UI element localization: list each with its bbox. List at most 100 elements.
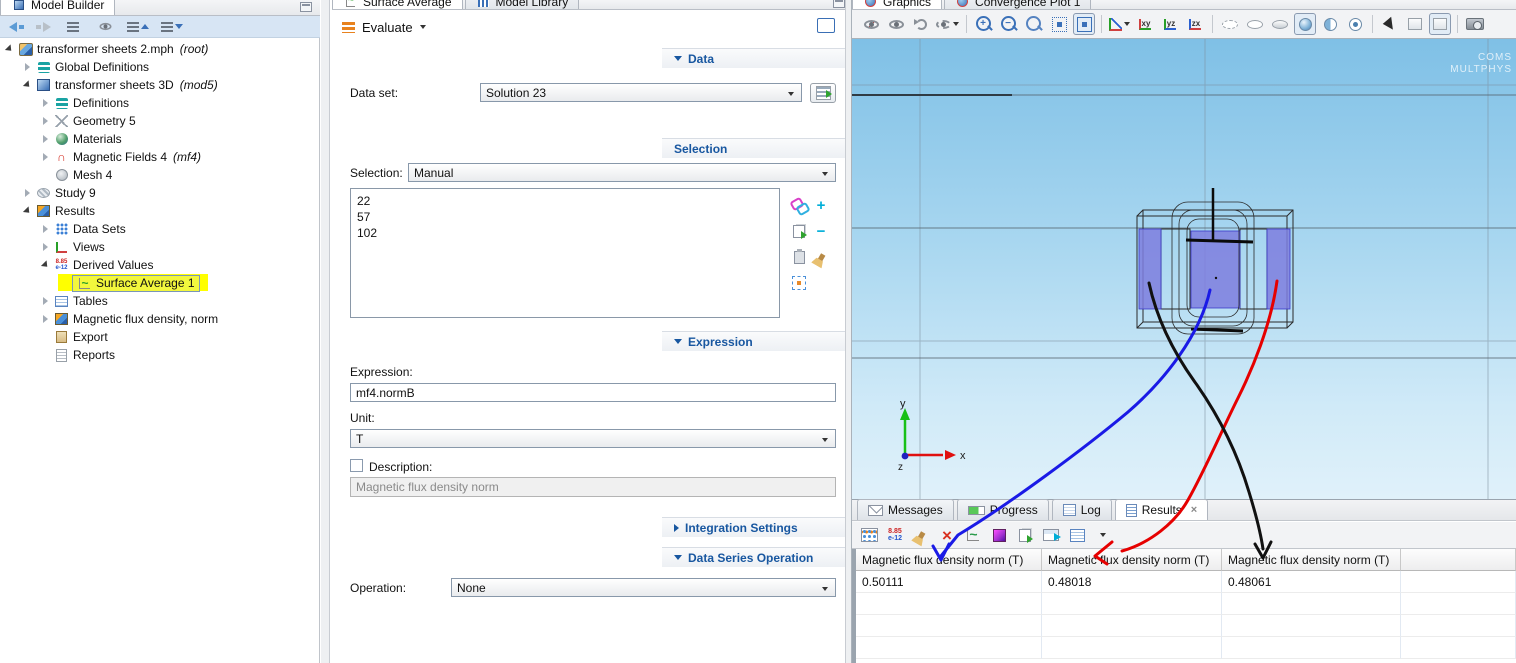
evaluate-button[interactable]: Evaluate [362,20,413,35]
select-block-icon[interactable] [1429,13,1451,35]
tab-model-library[interactable]: Model Library [465,0,580,10]
tree-item-results[interactable]: Results [0,202,320,220]
forward-icon[interactable] [35,16,52,38]
full-precision-icon[interactable] [1066,524,1088,546]
collapse-icon[interactable] [674,339,682,344]
tree-item-surface-average[interactable]: ~ Surface Average 1 [0,274,320,292]
go-to-view-icon[interactable] [1108,13,1131,35]
caret-icon[interactable] [40,224,50,234]
add-icon[interactable]: + [817,199,826,212]
snapshot-icon[interactable] [1464,13,1486,35]
select-icon[interactable] [1379,13,1401,35]
collapse-icon[interactable] [674,555,682,560]
tree-item-export[interactable]: Export [0,328,320,346]
scene-light-icon[interactable] [1219,13,1241,35]
active-selection-icon[interactable] [791,198,807,212]
tab-surface-average[interactable]: ~ Surface Average [332,0,463,10]
tab-messages[interactable]: Messages [857,499,954,520]
table-cell[interactable]: 0.48061 [1222,571,1401,593]
caret-icon[interactable] [40,152,50,162]
tree-item-geometry[interactable]: Geometry 5 [0,112,320,130]
tree-item-global-definitions[interactable]: Global Definitions [0,58,320,76]
export-table-icon[interactable] [1040,524,1062,546]
panel-splitter[interactable] [321,0,330,663]
caret-icon[interactable] [22,188,32,198]
tree-item-tables[interactable]: Tables [0,292,320,310]
caret-icon[interactable] [40,296,50,306]
tree-item-views[interactable]: Views [0,238,320,256]
zoom-out-icon[interactable] [998,13,1020,35]
tab-model-builder[interactable]: Model Builder [0,0,115,15]
copy-table-icon[interactable] [1014,524,1036,546]
tree-item-definitions[interactable]: Definitions [0,94,320,112]
delete-table-icon[interactable]: × [936,524,958,546]
caret-icon[interactable] [40,134,50,144]
plot-table-icon[interactable]: ~ [962,524,984,546]
tree-item-reports[interactable]: Reports [0,346,320,364]
table-options-icon[interactable] [1092,524,1114,546]
show-all-icon[interactable] [885,13,907,35]
evaluate-dropdown-icon[interactable] [420,25,426,29]
minimize-settings-button[interactable] [833,0,845,8]
wireframe-icon[interactable] [1269,13,1291,35]
import-dataset-button[interactable] [810,83,836,103]
view-xy-icon[interactable]: xy [1134,13,1156,35]
view-options-icon[interactable] [935,13,960,35]
tree-item-component[interactable]: transformer sheets 3D (mod5) [0,76,320,94]
description-checkbox[interactable] [350,459,363,472]
hide-icon[interactable] [860,13,882,35]
table-header[interactable]: Magnetic flux density norm (T) [1222,549,1401,571]
caret-icon[interactable] [4,44,14,54]
table-header[interactable]: Magnetic flux density norm (T) [1042,549,1222,571]
select-box-icon[interactable] [1404,13,1426,35]
zoom-box-icon[interactable] [1023,13,1045,35]
render-shaded-icon[interactable] [1294,13,1316,35]
transparency-icon[interactable] [1244,13,1266,35]
caret-icon[interactable] [40,314,50,324]
zoom-selected-icon[interactable] [792,276,806,290]
move-up-icon[interactable] [126,16,150,38]
tab-progress[interactable]: Progress [957,499,1049,520]
selection-list[interactable]: 22 57 102 [350,188,780,318]
copy-icon[interactable] [793,225,805,238]
render-half-icon[interactable] [1319,13,1341,35]
caret-icon[interactable] [40,242,50,252]
caret-icon[interactable] [40,260,50,270]
operation-select[interactable]: None [451,578,836,597]
show-icon[interactable] [94,16,116,38]
selection-mode-select[interactable]: Manual [408,163,836,182]
zoom-to-selection-icon[interactable] [1073,13,1095,35]
caret-icon[interactable] [40,98,50,108]
tab-results[interactable]: Results × [1115,499,1208,520]
expand-icon[interactable] [674,524,679,532]
paste-icon[interactable] [794,251,805,264]
dataset-select[interactable]: Solution 23 [480,83,802,102]
collapse-all-icon[interactable] [62,16,84,38]
tree-item-root[interactable]: transformer sheets 2.mph (root) [0,40,320,58]
unit-select[interactable]: T [350,429,836,448]
tab-convergence-plot[interactable]: Convergence Plot 1 [944,0,1091,10]
remove-icon[interactable]: − [817,225,826,238]
caret-icon[interactable] [22,80,32,90]
clear-table-icon[interactable] [910,524,932,546]
tree-item-derived-values[interactable]: 8.85e-12 Derived Values [0,256,320,274]
panel-splitter-right[interactable] [845,0,852,663]
help-icon[interactable] [817,18,835,33]
tab-log[interactable]: Log [1052,499,1112,520]
view-zx-icon[interactable]: zx [1184,13,1206,35]
table-header[interactable]: Magnetic flux density norm (T) [856,549,1042,571]
render-points-icon[interactable] [1344,13,1366,35]
tree-item-mesh[interactable]: Mesh 4 [0,166,320,184]
table-cell[interactable]: 0.50111 [856,571,1042,593]
collapse-icon[interactable] [674,56,682,61]
graphics-viewport[interactable]: COMS MULTPHYS y [852,39,1516,499]
zoom-in-icon[interactable] [973,13,995,35]
move-down-icon[interactable] [160,16,184,38]
tree-item-data-sets[interactable]: Data Sets [0,220,320,238]
tree-item-plot-group[interactable]: Magnetic flux density, norm [0,310,320,328]
view-yz-icon[interactable]: yz [1159,13,1181,35]
tree-item-study[interactable]: Study 9 [0,184,320,202]
evaluate-all-icon[interactable] [858,524,880,546]
expression-input[interactable]: mf4.normB [350,383,836,402]
tree-item-materials[interactable]: Materials [0,130,320,148]
